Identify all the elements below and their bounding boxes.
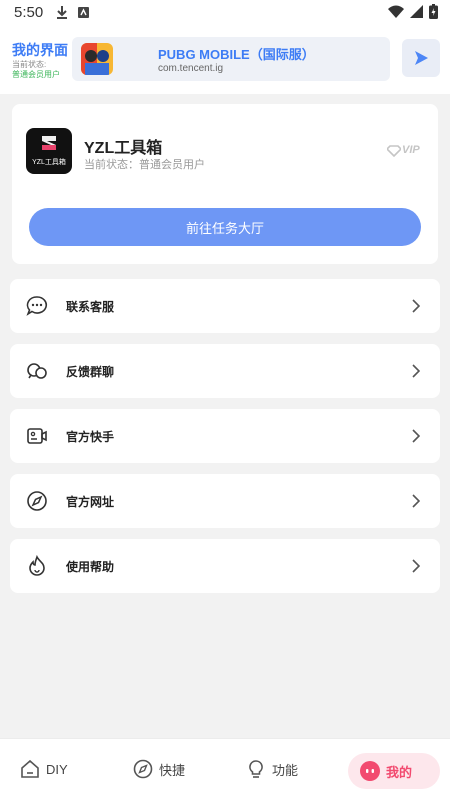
flame-help-icon [29,555,45,576]
compass-icon [133,759,153,779]
bottom-nav: DIY 快捷 功能 我的 [0,738,450,801]
selected-app-card[interactable]: PUBG MOBILE（国际服） com.tencent.ig [72,37,390,81]
top-bar: 我的界面 当前状态: 普通会员用户 PUBG MOBILE（国际服） com.t… [0,26,450,94]
app-logo: YZL工具箱 [26,128,72,174]
profile-dot-icon [360,761,380,781]
menu-item-official-website[interactable]: 官方网址 [10,474,440,528]
task-hall-label: 前往任务大厅 [185,220,264,236]
menu-item-feedback-group[interactable]: 反馈群聊 [10,344,440,398]
app-notification-icon [78,6,89,18]
wifi-icon [388,5,404,18]
nav-tab-diy[interactable]: DIY [20,751,68,787]
menu-item-contact-support[interactable]: 联系客服 [10,279,440,333]
vip-badge: VIP [387,144,427,158]
nav-tab-label: 我的 [386,765,413,780]
logo-mark-icon [42,136,56,150]
chevron-right-icon [412,299,420,313]
status-time: 5:50 [14,4,44,21]
app-package: com.tencent.ig [158,63,224,74]
menu-item-label: 联系客服 [66,300,115,314]
menu-item-label: 官方快手 [66,430,115,444]
menu-item-official-kuaishou[interactable]: 官方快手 [10,409,440,463]
logo-text: YZL工具箱 [32,159,66,166]
profile-status: 当前状态：普通会员用户 [84,159,205,171]
signal-icon [410,5,423,18]
home-icon [21,759,39,778]
chevron-right-icon [412,494,420,508]
download-icon [57,6,67,19]
page-title: 我的界面 [12,42,68,58]
chevron-right-icon [412,429,420,443]
play-icon [415,51,428,65]
status-system-icons [388,4,438,19]
nav-tab-functions[interactable]: 功能 [246,751,298,787]
nav-tab-shortcuts[interactable]: 快捷 [133,751,185,787]
menu-item-label: 使用帮助 [66,560,115,574]
status-notification-icons [56,5,89,19]
profile-name: YZL工具箱 [84,140,163,157]
chevron-right-icon [412,559,420,573]
lightbulb-icon [249,760,263,778]
app-name: PUBG MOBILE（国际服） [158,47,315,62]
status-bar: 5:50 [0,0,450,26]
chat-bubble-icon [26,296,48,316]
group-chat-icon [27,363,47,379]
menu-item-label: 官方网址 [66,495,115,509]
nav-tab-mine[interactable]: 我的 [348,753,440,789]
video-card-icon [27,428,47,444]
nav-tab-label: 功能 [272,762,299,778]
launch-button[interactable] [402,39,440,77]
vip-label: VIP [402,144,420,156]
nav-tab-label: 快捷 [159,762,186,778]
nav-tab-label: DIY [46,761,68,777]
app-icon [81,43,113,75]
menu-item-usage-help[interactable]: 使用帮助 [10,539,440,593]
task-hall-button[interactable]: 前往任务大厅 [29,208,421,246]
diamond-icon [387,145,401,157]
status-value: 普通会员用户 [12,70,60,79]
battery-icon [429,4,438,19]
compass-icon [27,491,47,511]
menu-item-label: 反馈群聊 [66,365,115,379]
profile-card: YZL工具箱 YZL工具箱 当前状态：普通会员用户 VIP 前往任务大厅 [12,104,438,264]
chevron-right-icon [412,364,420,378]
